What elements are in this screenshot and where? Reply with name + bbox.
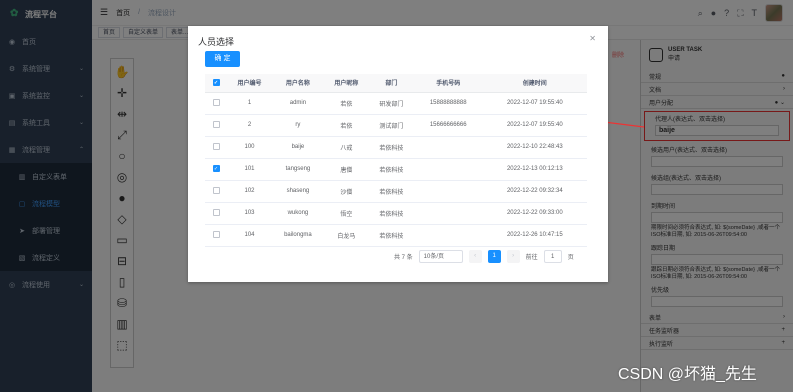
table-cell-name: wukong bbox=[271, 202, 324, 225]
table-cell-name: bailongma bbox=[271, 224, 324, 247]
select-all-cell[interactable]: ✓ bbox=[205, 74, 227, 93]
row-checkbox[interactable] bbox=[212, 231, 220, 239]
table-cell-name: shaseng bbox=[271, 180, 324, 203]
table-cell-id: 100 bbox=[227, 136, 272, 159]
table-cell-time: 2022-12-22 09:32:34 bbox=[482, 180, 587, 203]
table-cell-time: 2022-12-10 22:48:43 bbox=[482, 136, 587, 159]
row-select-cell[interactable] bbox=[205, 202, 227, 225]
column-header: 用户昵称 bbox=[323, 74, 369, 93]
table-cell-time: 2022-12-13 00:12:13 bbox=[482, 158, 587, 181]
goto-label: 前往 bbox=[525, 255, 538, 261]
row-select-cell[interactable] bbox=[205, 180, 227, 203]
table-cell-id: 103 bbox=[227, 202, 272, 225]
table-cell-nick: 唐僧 bbox=[323, 158, 369, 181]
row-checkbox[interactable] bbox=[212, 121, 220, 129]
table-cell-dept: 若依科技 bbox=[368, 224, 414, 247]
table-cell-id: 101 bbox=[227, 158, 272, 181]
table-cell-dept: 测试部门 bbox=[368, 114, 414, 137]
column-header: 用户名称 bbox=[271, 74, 324, 93]
row-select-cell[interactable] bbox=[205, 136, 227, 159]
watermark: CSDN @坏猫_先生 bbox=[618, 366, 757, 383]
pager-total: 共 7 条 bbox=[394, 255, 413, 261]
next-page-button[interactable]: › bbox=[506, 250, 520, 263]
column-header: 手机号码 bbox=[413, 74, 483, 93]
table-cell-id: 102 bbox=[227, 180, 272, 203]
table-cell-dept: 若依科技 bbox=[368, 180, 414, 203]
table-row[interactable]: 103 wukong 悟空 若依科技 2022-12-22 09:33:00 bbox=[205, 202, 587, 225]
row-checkbox[interactable] bbox=[212, 209, 220, 217]
prev-page-button[interactable]: ‹ bbox=[468, 250, 482, 263]
select-all-checkbox[interactable]: ✓ bbox=[212, 79, 220, 87]
table-cell-time: 2022-12-26 10:47:15 bbox=[482, 224, 587, 247]
page-size-select[interactable]: 10条/页 bbox=[418, 250, 463, 263]
table-cell-phone bbox=[413, 158, 483, 181]
table-cell-time: 2022-12-22 09:33:00 bbox=[482, 202, 587, 225]
user-select-dialog: 人员选择 ✕ 确 定 ✓ 用户编号 用户名称 用户昵称 部门 手机号码 创建时间… bbox=[188, 26, 608, 282]
table-cell-name: admin bbox=[271, 92, 324, 115]
table-cell-phone bbox=[413, 180, 483, 203]
table-row[interactable]: 100 baije 八戒 若依科技 2022-12-10 22:48:43 bbox=[205, 136, 587, 159]
table-row[interactable]: ✓ 101 tangseng 唐僧 若依科技 2022-12-13 00:12:13 bbox=[205, 158, 587, 181]
table-row[interactable]: 104 bailongma 白龙马 若依科技 2022-12-26 10:47:15 bbox=[205, 224, 587, 247]
user-table: ✓ 用户编号 用户名称 用户昵称 部门 手机号码 创建时间 1 admin 若依 研发… bbox=[205, 74, 587, 247]
row-select-cell[interactable] bbox=[205, 224, 227, 247]
table-cell-nick: 八戒 bbox=[323, 136, 369, 159]
dialog-title: 人员选择 bbox=[198, 37, 235, 47]
row-checkbox[interactable] bbox=[212, 99, 220, 107]
table-cell-name: baije bbox=[271, 136, 324, 159]
table-cell-name: ry bbox=[271, 114, 324, 137]
page-unit-label: 页 bbox=[567, 255, 574, 261]
row-checkbox[interactable]: ✓ bbox=[212, 165, 220, 173]
pagination: 共 7 条 10条/页 ‹ 1 › 前往 1 页 bbox=[394, 250, 574, 263]
row-checkbox[interactable] bbox=[212, 143, 220, 151]
table-cell-time: 2022-12-07 19:55:40 bbox=[482, 92, 587, 115]
table-header-row: ✓ 用户编号 用户名称 用户昵称 部门 手机号码 创建时间 bbox=[205, 74, 587, 93]
table-cell-time: 2022-12-07 19:55:40 bbox=[482, 114, 587, 137]
app: ✿ 流程平台 ◉首页 ⚙系统管理⌄ ▣系统监控⌄ ▤系统工具⌄ ▦流程管理⌃ ▥… bbox=[0, 0, 793, 392]
table-cell-id: 1 bbox=[227, 92, 272, 115]
table-cell-dept: 研发部门 bbox=[368, 92, 414, 115]
table-cell-phone bbox=[413, 202, 483, 225]
table-cell-nick: 悟空 bbox=[323, 202, 369, 225]
row-select-cell[interactable]: ✓ bbox=[205, 158, 227, 181]
close-icon[interactable]: ✕ bbox=[589, 34, 596, 43]
row-select-cell[interactable] bbox=[205, 114, 227, 137]
column-header: 创建时间 bbox=[482, 74, 587, 93]
table-row[interactable]: 102 shaseng 沙僧 若依科技 2022-12-22 09:32:34 bbox=[205, 180, 587, 203]
table-cell-phone: 15888888888 bbox=[413, 92, 483, 115]
confirm-button[interactable]: 确 定 bbox=[205, 51, 240, 67]
table-cell-dept: 若依科技 bbox=[368, 202, 414, 225]
row-checkbox[interactable] bbox=[212, 187, 220, 195]
table-cell-id: 2 bbox=[227, 114, 272, 137]
table-cell-name: tangseng bbox=[271, 158, 324, 181]
table-cell-nick: 若依 bbox=[323, 114, 369, 137]
table-cell-phone bbox=[413, 224, 483, 247]
table-row[interactable]: 1 admin 若依 研发部门 15888888888 2022-12-07 19:55:… bbox=[205, 92, 587, 115]
column-header: 部门 bbox=[368, 74, 414, 93]
table-cell-dept: 若依科技 bbox=[368, 136, 414, 159]
table-cell-dept: 若依科技 bbox=[368, 158, 414, 181]
table-cell-phone: 15666666666 bbox=[413, 114, 483, 137]
table-cell-nick: 若依 bbox=[323, 92, 369, 115]
goto-page-input[interactable]: 1 bbox=[543, 250, 562, 263]
column-header: 用户编号 bbox=[227, 74, 272, 93]
row-select-cell[interactable] bbox=[205, 92, 227, 115]
table-cell-id: 104 bbox=[227, 224, 272, 247]
page-button-current[interactable]: 1 bbox=[487, 250, 501, 263]
table-cell-nick: 白龙马 bbox=[323, 224, 369, 247]
table-row[interactable]: 2 ry 若依 测试部门 15666666666 2022-12-07 19:55:40 bbox=[205, 114, 587, 137]
table-cell-nick: 沙僧 bbox=[323, 180, 369, 203]
table-cell-phone bbox=[413, 136, 483, 159]
